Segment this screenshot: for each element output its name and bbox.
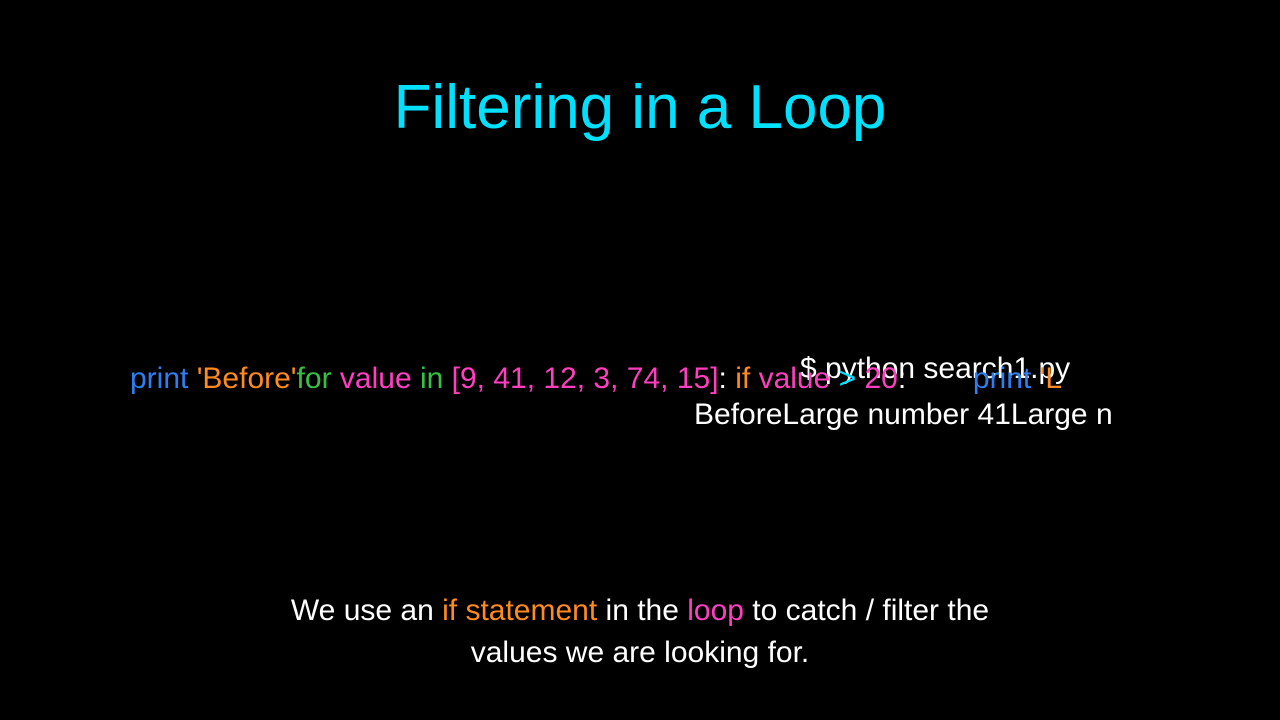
code-token-for: for: [297, 362, 340, 395]
terminal-output-large: Large number 41: [782, 398, 1011, 431]
slide: Filtering in a Loop $ python search1.py …: [0, 0, 1280, 720]
code-token-wrap: print: [906, 362, 1031, 395]
code-token-list: 9, 41, 12, 3, 74, 15: [460, 362, 710, 395]
code-token-value: value: [340, 362, 420, 395]
terminal-output: BeforeLarge number 41Large n: [694, 398, 1113, 432]
body-text-line: values we are looking for.: [0, 632, 1280, 674]
slide-title: Filtering in a Loop: [0, 72, 1280, 143]
code-token-if: if: [735, 362, 758, 395]
terminal-output-large: Large n: [1011, 398, 1113, 431]
code-token-colon: :: [898, 362, 906, 395]
code-line: print 'Before'for value in [9, 41, 12, 3…: [130, 362, 1280, 396]
body-keyword-loop: loop: [687, 594, 744, 627]
body-text-span: to catch / filter the: [744, 594, 989, 627]
terminal-output-before: Before: [694, 398, 782, 431]
code-token-colon: :: [719, 362, 736, 395]
code-token-bracket: [: [452, 362, 460, 395]
body-keyword-if: if statement: [442, 594, 597, 627]
code-token-value: value: [759, 362, 839, 395]
body-text-span: in the: [597, 594, 687, 627]
code-token-number: 20: [864, 362, 897, 395]
code-token-string: 'L: [1031, 362, 1062, 395]
code-token-print: print: [973, 362, 1031, 395]
body-text-line: We use an if statement in the loop to ca…: [0, 590, 1280, 632]
code-token-op: >: [839, 362, 865, 395]
code-token-print: print: [130, 362, 188, 395]
body-text-span: We use an: [291, 594, 442, 627]
code-token-in: in: [420, 362, 452, 395]
code-token-string: 'Before': [188, 362, 296, 395]
code-token-bracket: ]: [710, 362, 718, 395]
